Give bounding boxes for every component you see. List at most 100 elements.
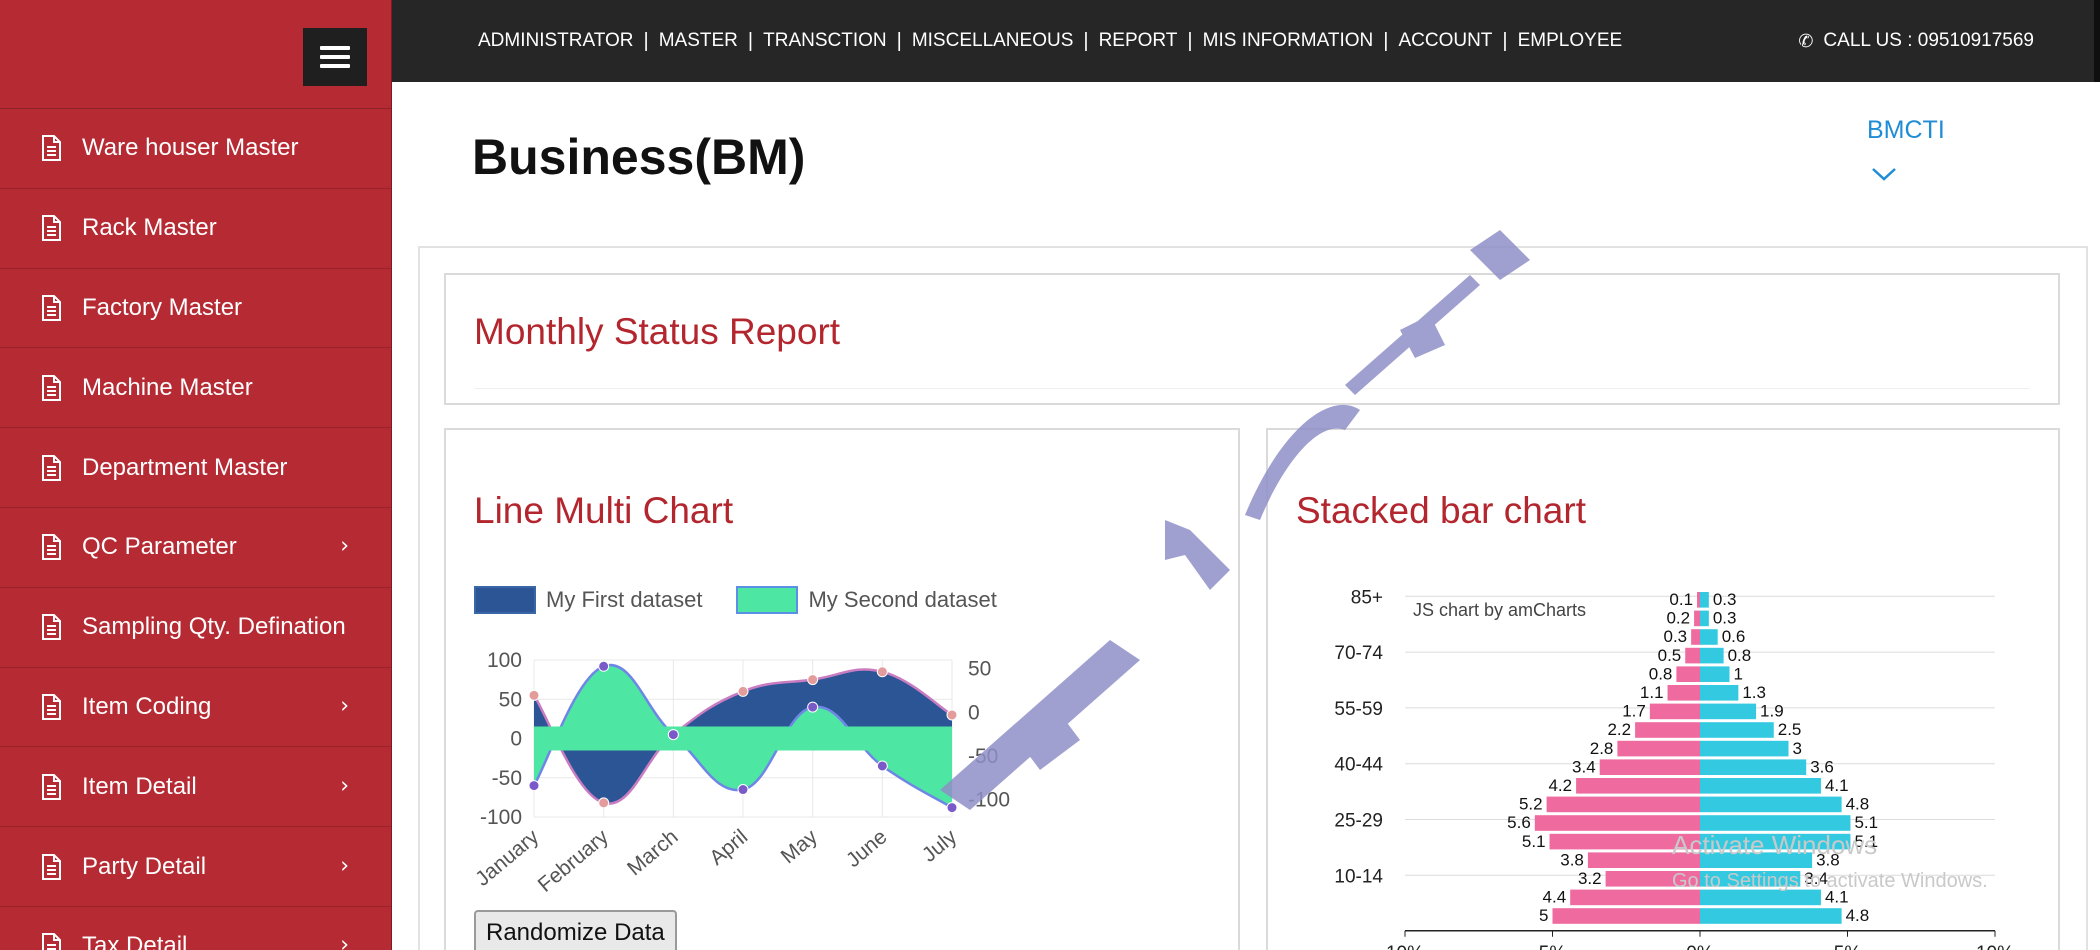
data-point xyxy=(737,784,749,796)
nav-item[interactable]: ADMINISTRATOR xyxy=(478,30,634,52)
bar-male xyxy=(1700,666,1730,682)
data-point xyxy=(807,701,819,713)
sidebar-item[interactable]: Sampling Qty. Defination xyxy=(0,588,391,668)
sidebar-item-label: Sampling Qty. Defination xyxy=(82,613,346,641)
chevron-right-icon[interactable]: › xyxy=(340,933,349,950)
sidebar-item-label: Department Master xyxy=(82,453,288,481)
app: Ware houser Master Rack Master Factory Mas… xyxy=(0,0,2100,950)
y-tick-label: 10-14 xyxy=(1334,866,1383,887)
y-tick-label: 40-44 xyxy=(1334,755,1383,776)
chevron-down-icon[interactable] xyxy=(1870,164,1898,184)
phone-icon: ✆ xyxy=(1798,30,1814,52)
y-tick-label: 85+ xyxy=(1351,587,1383,608)
data-label: 4.8 xyxy=(1846,906,1870,925)
panel-title: Stacked bar chart xyxy=(1296,490,1586,531)
data-label: 1.3 xyxy=(1742,683,1766,702)
y-tick-label: 0 xyxy=(510,728,522,751)
document-icon xyxy=(40,374,62,401)
document-icon xyxy=(40,693,62,720)
sidebar-item[interactable]: Department Master xyxy=(0,428,391,508)
bar-male xyxy=(1700,778,1821,794)
sidebar-item-label: Factory Master xyxy=(82,293,243,321)
chevron-right-icon[interactable]: › xyxy=(340,693,349,718)
sidebar-item[interactable]: Machine Master xyxy=(0,348,391,429)
nav-item[interactable]: REPORT xyxy=(1099,30,1178,52)
bar-female xyxy=(1546,796,1700,813)
sidebar-item[interactable]: Rack Master xyxy=(0,189,391,269)
sidebar-item-label: Machine Master xyxy=(82,373,253,401)
bar-female xyxy=(1599,759,1700,775)
data-label: 3.6 xyxy=(1810,757,1834,776)
sidebar-item-label: Tax Detail xyxy=(82,932,188,950)
document-icon xyxy=(40,454,62,481)
nav-separator: | xyxy=(1502,29,1508,52)
data-label: 0.1 xyxy=(1669,590,1693,609)
sidebar-item[interactable]: Item Coding › xyxy=(0,668,391,748)
x-tick-label: February xyxy=(534,825,614,897)
panel-title: Monthly Status Report xyxy=(474,311,841,352)
bar-male xyxy=(1700,592,1709,608)
data-label: 1.1 xyxy=(1640,683,1664,702)
data-label: 4.8 xyxy=(1846,795,1870,814)
activate-windows-title: Activate Windows xyxy=(1672,830,1878,860)
randomize-data-button[interactable]: Randomize Data xyxy=(474,910,677,950)
nav-item[interactable]: EMPLOYEE xyxy=(1518,30,1623,52)
sidebar-item[interactable]: Item Detail › xyxy=(0,747,391,828)
data-label: 3.8 xyxy=(1560,850,1584,869)
data-label: 4.1 xyxy=(1825,776,1849,795)
user-menu[interactable]: BMCTI xyxy=(1867,116,1945,145)
bar-male xyxy=(1700,722,1774,738)
x-tick-label: 5% xyxy=(1539,943,1567,950)
monthly-status-panel: Monthly Status Report xyxy=(444,273,2060,405)
nav-separator: | xyxy=(896,29,902,52)
sidebar-item[interactable]: Tax Detail › xyxy=(0,907,391,950)
chevron-right-icon[interactable]: › xyxy=(340,773,349,798)
data-label: 0.3 xyxy=(1713,590,1737,609)
bar-female xyxy=(1617,740,1700,757)
data-point xyxy=(876,666,888,678)
data-point xyxy=(807,674,819,686)
x-tick-label: March xyxy=(623,825,682,880)
x-tick-label: 5% xyxy=(1834,943,1862,950)
data-point xyxy=(528,780,540,792)
bar-female xyxy=(1552,908,1700,924)
y-tick-label: 100 xyxy=(487,649,522,672)
data-label: 0.3 xyxy=(1664,627,1688,646)
data-label: 3.2 xyxy=(1578,869,1602,888)
line-chart: 100500-50-100500-50-100JanuaryFebruary Ma… xyxy=(471,649,1010,897)
bar-male xyxy=(1700,908,1842,924)
sidebar-item[interactable]: Party Detail › xyxy=(0,827,391,907)
bar-female xyxy=(1691,629,1700,645)
nav-item[interactable]: ACCOUNT xyxy=(1398,30,1492,52)
bar-male xyxy=(1700,685,1739,701)
chevron-right-icon[interactable]: › xyxy=(340,534,349,559)
chevron-right-icon[interactable]: › xyxy=(340,853,349,878)
x-tick-label: April xyxy=(705,825,752,870)
nav-separator: | xyxy=(1383,29,1389,52)
data-label: 0.5 xyxy=(1658,646,1682,665)
nav-item[interactable]: MISCELLANEOUS xyxy=(912,30,1074,52)
data-label: 0.8 xyxy=(1649,664,1673,683)
data-point xyxy=(876,760,888,772)
data-label: 2.8 xyxy=(1590,739,1614,758)
nav-item[interactable]: TRANSCTION xyxy=(763,30,887,52)
bar-male xyxy=(1700,815,1851,831)
nav-item[interactable]: MIS INFORMATION xyxy=(1203,30,1374,52)
x-tick-label: June xyxy=(842,825,892,872)
call-us-text: CALL US : 09510917569 xyxy=(1823,30,2034,51)
bar-female xyxy=(1649,703,1700,720)
sidebar-header xyxy=(0,0,391,109)
data-label: 5 xyxy=(1539,906,1548,925)
nav-item[interactable]: MASTER xyxy=(659,30,738,52)
sidebar-item[interactable]: QC Parameter › xyxy=(0,508,391,588)
bar-male xyxy=(1700,610,1709,627)
sidebar-item[interactable]: Factory Master xyxy=(0,269,391,349)
document-icon xyxy=(40,933,62,950)
top-navbar: ADMINISTRATOR | MASTER | TRANSCTION | MISCELLA… xyxy=(392,0,2100,82)
sidebar-item[interactable]: Ware houser Master xyxy=(0,109,391,189)
panel-title: Line Multi Chart xyxy=(474,490,734,531)
document-icon xyxy=(40,773,62,800)
hamburger-icon[interactable] xyxy=(303,28,367,86)
sidebar-item-label: QC Parameter xyxy=(82,533,237,561)
bar-female xyxy=(1635,722,1700,738)
